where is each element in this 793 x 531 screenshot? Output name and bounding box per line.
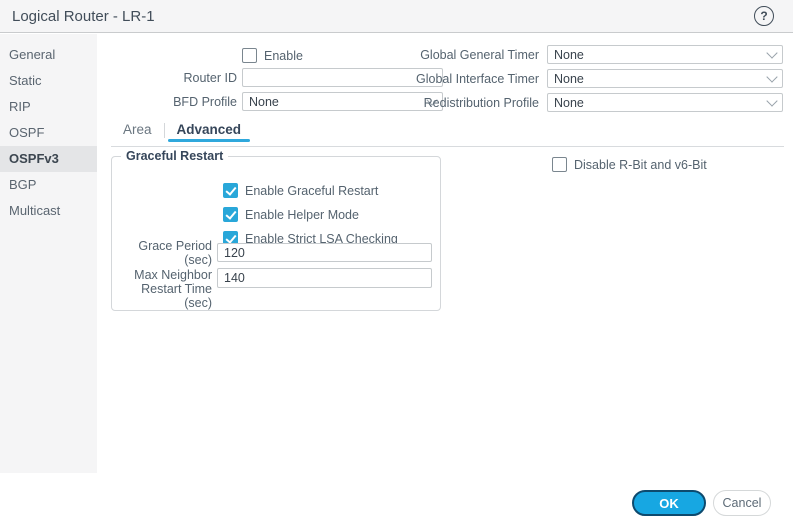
max-neighbor-restart-row: Max Neighbor Restart Time (sec) bbox=[112, 268, 438, 298]
enable-helper-mode-label: Enable Helper Mode bbox=[245, 208, 359, 222]
enable-checkbox[interactable] bbox=[242, 48, 257, 63]
tab-bar: Area Advanced bbox=[111, 121, 784, 147]
enable-row: Enable bbox=[97, 46, 443, 65]
tab-advanced[interactable]: Advanced bbox=[165, 121, 254, 137]
global-interface-timer-label: Global Interface Timer bbox=[397, 72, 547, 86]
redistribution-profile-select[interactable]: None bbox=[547, 93, 783, 112]
cancel-button[interactable]: Cancel bbox=[713, 490, 771, 516]
sidebar-item-multicast[interactable]: Multicast bbox=[0, 198, 97, 224]
router-id-label: Router ID bbox=[97, 71, 242, 85]
bfd-profile-row: BFD Profile None bbox=[97, 92, 443, 111]
bfd-profile-value: None bbox=[249, 95, 279, 109]
sidebar-item-ospf[interactable]: OSPF bbox=[0, 120, 97, 146]
global-interface-timer-value: None bbox=[554, 72, 584, 86]
chevron-down-icon bbox=[766, 95, 777, 106]
enable-graceful-restart-row: Enable Graceful Restart bbox=[223, 183, 378, 198]
sidebar-item-general[interactable]: General bbox=[0, 42, 97, 68]
enable-graceful-restart-label: Enable Graceful Restart bbox=[245, 184, 378, 198]
max-neighbor-restart-label: Max Neighbor Restart Time (sec) bbox=[112, 268, 217, 310]
enable-helper-mode-checkbox[interactable] bbox=[223, 207, 238, 222]
bfd-profile-label: BFD Profile bbox=[97, 95, 242, 109]
ok-button[interactable]: OK bbox=[632, 490, 706, 516]
global-general-timer-value: None bbox=[554, 48, 584, 62]
graceful-restart-group: Graceful Restart Enable Graceful Restart… bbox=[111, 156, 441, 311]
sidebar-item-bgp[interactable]: BGP bbox=[0, 172, 97, 198]
global-general-timer-label: Global General Timer bbox=[397, 48, 547, 62]
enable-graceful-restart-checkbox[interactable] bbox=[223, 183, 238, 198]
title-bar: Logical Router - LR-1 ? bbox=[0, 0, 793, 33]
global-general-timer-row: Global General Timer None bbox=[397, 45, 783, 64]
sidebar: General Static RIP OSPF OSPFv3 BGP Multi… bbox=[0, 34, 97, 473]
logical-router-dialog: Logical Router - LR-1 ? General Static R… bbox=[0, 0, 793, 531]
help-icon[interactable]: ? bbox=[754, 6, 774, 26]
global-interface-timer-select[interactable]: None bbox=[547, 69, 783, 88]
chevron-down-icon bbox=[766, 71, 777, 82]
sidebar-item-ospfv3[interactable]: OSPFv3 bbox=[0, 146, 97, 172]
grace-period-label: Grace Period (sec) bbox=[112, 239, 217, 267]
grace-period-row: Grace Period (sec) bbox=[112, 243, 438, 262]
dialog-title: Logical Router - LR-1 bbox=[12, 8, 155, 25]
grace-period-input[interactable] bbox=[217, 243, 432, 262]
enable-helper-mode-row: Enable Helper Mode bbox=[223, 207, 359, 222]
redistribution-profile-row: Redistribution Profile None bbox=[397, 93, 783, 112]
enable-label: Enable bbox=[264, 49, 303, 63]
disable-rbit-checkbox[interactable] bbox=[552, 157, 567, 172]
content-panel: Enable Router ID BFD Profile None Global… bbox=[97, 34, 793, 531]
disable-rbit-label: Disable R-Bit and v6-Bit bbox=[574, 158, 707, 172]
redistribution-profile-label: Redistribution Profile bbox=[397, 96, 547, 110]
global-interface-timer-row: Global Interface Timer None bbox=[397, 69, 783, 88]
max-neighbor-restart-input[interactable] bbox=[217, 268, 432, 288]
redistribution-profile-value: None bbox=[554, 96, 584, 110]
router-id-row: Router ID bbox=[97, 68, 443, 87]
disable-rbit-row: Disable R-Bit and v6-Bit bbox=[552, 157, 707, 172]
global-general-timer-select[interactable]: None bbox=[547, 45, 783, 64]
tab-area[interactable]: Area bbox=[111, 121, 164, 137]
chevron-down-icon bbox=[766, 47, 777, 58]
graceful-restart-legend: Graceful Restart bbox=[121, 149, 228, 164]
sidebar-item-static[interactable]: Static bbox=[0, 68, 97, 94]
sidebar-item-rip[interactable]: RIP bbox=[0, 94, 97, 120]
